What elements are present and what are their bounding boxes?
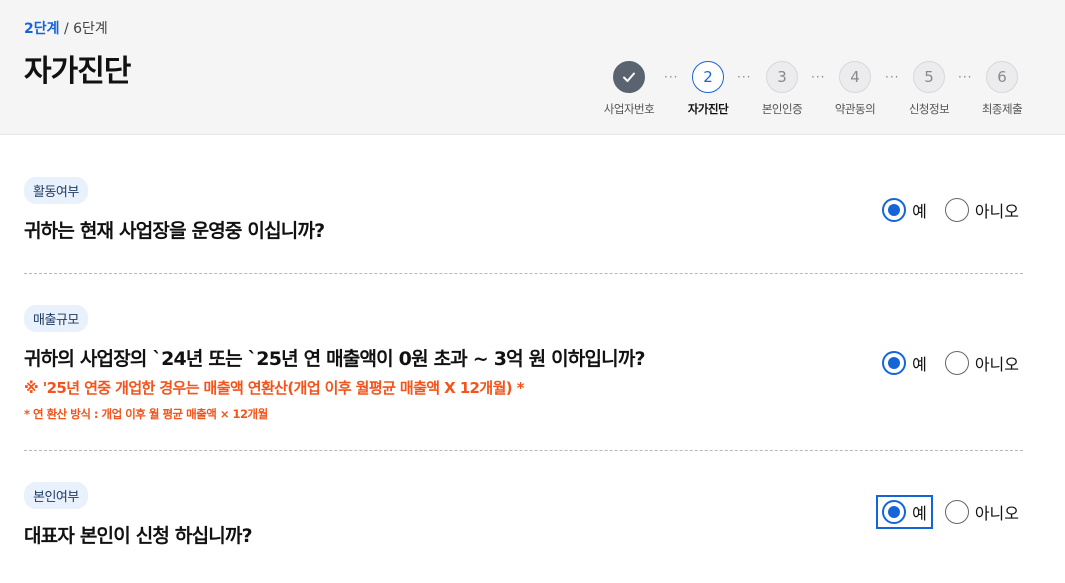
radio-indicator[interactable] [944, 198, 969, 222]
question-section-identity: 본인여부 대표자 본인이 신청 하십니까? 예 아니오 [24, 482, 1023, 548]
radio-label: 아니오 [974, 355, 1019, 374]
radio-no[interactable]: 아니오 [941, 195, 1023, 225]
step-label: 사업자번호 [603, 102, 655, 116]
question-section-activity: 활동여부 귀하는 현재 사업장을 운영중 이십니까? 예 아니오 [24, 177, 1023, 243]
step-number: 5 [913, 61, 945, 93]
step-label: 신청정보 [908, 102, 950, 116]
radio-indicator[interactable] [882, 500, 907, 524]
radio-group: 예 아니오 [876, 495, 1023, 529]
total-steps: 6단계 [73, 21, 108, 37]
radio-group: 예 아니오 [878, 348, 1023, 378]
step-terms-agreement: 4 약관동의 [815, 61, 895, 117]
radio-indicator[interactable] [882, 198, 907, 222]
step-counter: 2단계 / 6단계 [24, 18, 108, 38]
revenue-note: ※ '25년 연중 개업한 경우는 매출액 연환산(개업 이후 월평균 매출액 … [24, 379, 525, 397]
step-number: 3 [766, 61, 798, 93]
section-badge: 매출규모 [24, 305, 88, 332]
radio-indicator[interactable] [944, 500, 969, 524]
radio-no[interactable]: 아니오 [941, 348, 1023, 378]
question-text: 귀하의 사업장의 `24년 또는 `25년 연 매출액이 0원 초과 ~ 3억 … [24, 348, 646, 370]
question-text: 귀하는 현재 사업장을 운영중 이십니까? [24, 220, 325, 242]
step-business-number: 사업자번호 [589, 61, 669, 117]
radio-indicator[interactable] [882, 351, 907, 375]
step-label: 최종제출 [981, 102, 1023, 116]
current-step: 2단계 [24, 21, 60, 37]
step-label: 본인인증 [761, 102, 803, 116]
radio-indicator[interactable] [944, 351, 969, 375]
section-badge: 활동여부 [24, 177, 88, 204]
step-separator: / [59, 21, 74, 37]
radio-label: 예 [912, 202, 927, 221]
radio-yes[interactable]: 예 [876, 495, 933, 529]
section-divider [24, 450, 1023, 451]
step-number: 2 [692, 61, 724, 93]
step-self-diagnosis: 2 자가진단 [668, 61, 748, 117]
radio-label: 예 [912, 355, 927, 374]
step-label: 약관동의 [834, 102, 876, 116]
check-icon [613, 61, 645, 93]
radio-label: 아니오 [974, 504, 1019, 523]
radio-yes[interactable]: 예 [878, 348, 931, 378]
radio-label: 아니오 [974, 202, 1019, 221]
page-header: 2단계 / 6단계 자가진단 사업자번호 ··· 2 자가진단 ··· 3 본인… [0, 0, 1065, 135]
radio-label: 예 [912, 504, 927, 523]
step-number: 4 [839, 61, 871, 93]
section-badge: 본인여부 [24, 482, 88, 509]
question-text: 대표자 본인이 신청 하십니까? [24, 525, 253, 547]
radio-yes[interactable]: 예 [878, 195, 931, 225]
step-final-submit: 6 최종제출 [962, 61, 1042, 117]
step-application-info: 5 신청정보 [889, 61, 969, 117]
radio-group: 예 아니오 [878, 195, 1023, 225]
step-label: 자가진단 [687, 102, 729, 116]
question-section-revenue: 매출규모 귀하의 사업장의 `24년 또는 `25년 연 매출액이 0원 초과 … [24, 305, 1023, 422]
revenue-calculation-note: * 연 환산 방식 : 개업 이후 월 평균 매출액 × 12개월 [24, 407, 268, 421]
section-divider [24, 273, 1023, 274]
page-title: 자가진단 [24, 54, 131, 89]
step-identity-verification: 3 본인인증 [742, 61, 822, 117]
radio-no[interactable]: 아니오 [941, 497, 1023, 527]
step-number: 6 [986, 61, 1018, 93]
